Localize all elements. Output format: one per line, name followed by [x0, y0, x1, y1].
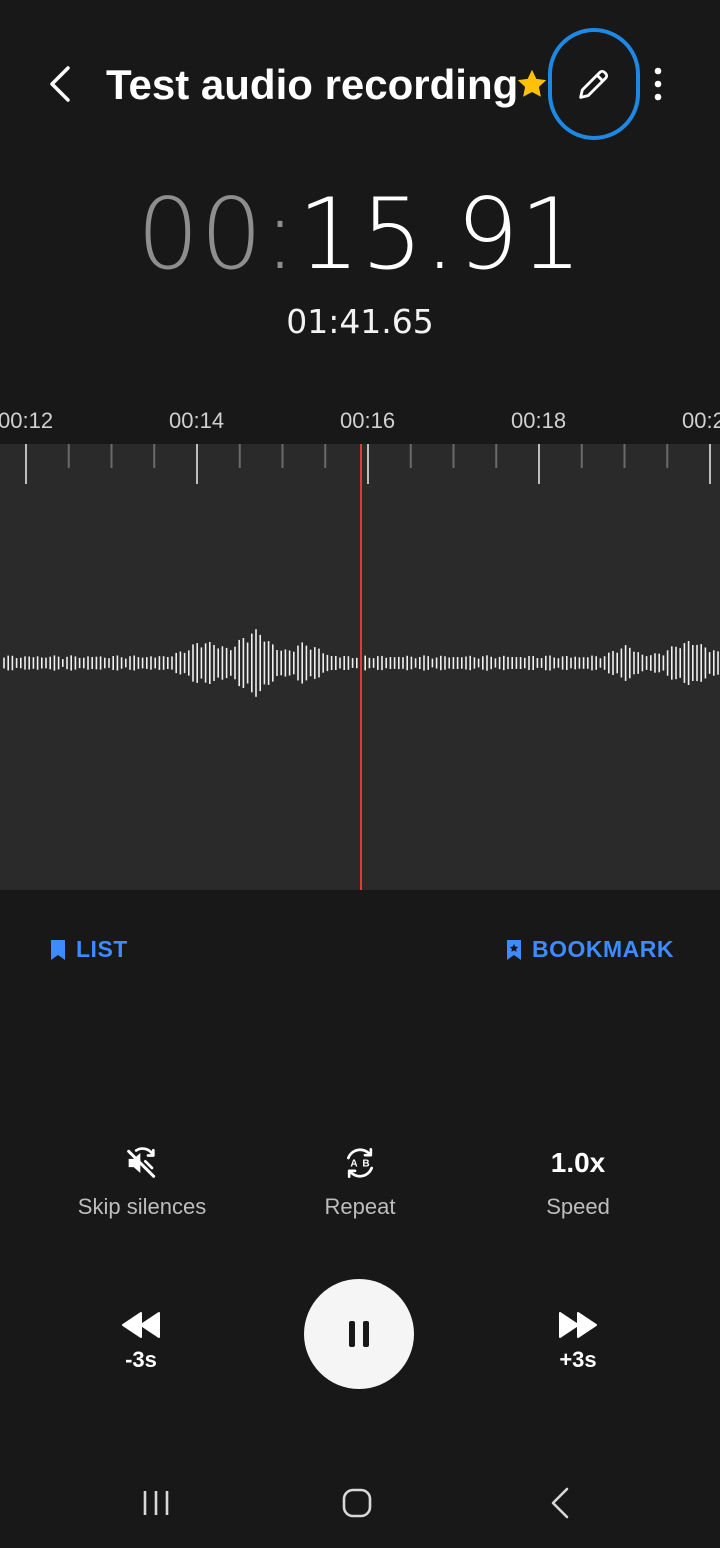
skip-silences-icon: [127, 1147, 156, 1178]
home-icon: [342, 1488, 372, 1518]
pause-icon: [349, 1321, 369, 1347]
list-button[interactable]: LIST: [50, 936, 128, 963]
bookmark-list-icon: [51, 939, 65, 960]
speed-value: 1.0x: [550, 1147, 606, 1178]
fast-forward-icon: [559, 1312, 597, 1338]
nav-recents-button[interactable]: [126, 1478, 186, 1528]
speed-label: Speed: [546, 1194, 610, 1219]
rewind-button[interactable]: -3s: [101, 1310, 181, 1373]
forward-button[interactable]: +3s: [538, 1310, 618, 1373]
waveform[interactable]: [0, 444, 720, 890]
back-icon: [551, 1487, 569, 1519]
more-options-button[interactable]: [638, 60, 678, 108]
total-duration: 01:41.65: [286, 302, 434, 341]
waveform-area[interactable]: [0, 444, 720, 890]
nav-home-button[interactable]: [327, 1478, 387, 1528]
more-vertical-icon: [654, 67, 662, 101]
repeat-label: Repeat: [324, 1194, 396, 1219]
recents-icon: [143, 1491, 169, 1515]
rewind-icon: [122, 1312, 160, 1338]
rewind-label: -3s: [125, 1347, 157, 1372]
timeline-label: 00:2: [682, 408, 720, 433]
back-button[interactable]: [40, 60, 80, 108]
speed-button[interactable]: 1.0x Speed: [478, 1140, 678, 1220]
bookmark-add-icon: [507, 939, 521, 960]
list-label: LIST: [76, 936, 128, 962]
pencil-icon: [579, 69, 609, 99]
current-minutes: 00: [136, 178, 264, 292]
favorite-star[interactable]: [512, 62, 552, 106]
timeline-label: 00:16: [340, 408, 396, 433]
svg-text:A: A: [350, 1159, 357, 1170]
nav-back-button[interactable]: [530, 1478, 590, 1528]
timeline-label: 00:18: [511, 408, 567, 433]
skip-silences-button[interactable]: Skip silences: [42, 1140, 242, 1220]
chevron-left-icon: [50, 66, 70, 102]
svg-text:B: B: [362, 1159, 369, 1170]
skip-silences-label: Skip silences: [77, 1194, 207, 1219]
recording-title: Test audio recording: [106, 61, 519, 108]
current-separator: :: [263, 178, 298, 292]
pause-button[interactable]: [304, 1279, 414, 1389]
current-time: 00:15.91: [0, 180, 720, 290]
timeline-label: 00:14: [169, 408, 225, 433]
current-seconds: 15.91: [297, 178, 584, 292]
repeat-ab-icon: A B: [347, 1148, 373, 1178]
forward-label: +3s: [559, 1347, 597, 1372]
edit-button[interactable]: [548, 28, 640, 140]
bookmark-label: BOOKMARK: [532, 936, 674, 962]
star-icon: [517, 69, 547, 97]
timeline-label: 00:12: [0, 408, 54, 433]
bookmark-button[interactable]: BOOKMARK: [506, 936, 674, 963]
repeat-button[interactable]: A B Repeat: [260, 1140, 460, 1220]
